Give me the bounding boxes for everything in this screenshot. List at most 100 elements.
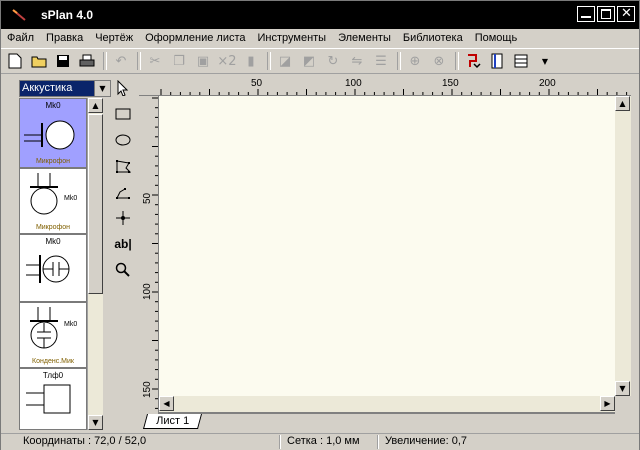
menu-tools[interactable]: Инструменты [252, 30, 333, 46]
connect-icon[interactable] [463, 51, 483, 71]
ruler-label: 100 [142, 283, 153, 300]
canvas-vertical-scrollbar[interactable]: ▲ ▼ [615, 96, 631, 396]
grid-icon[interactable] [511, 51, 531, 71]
menu-elements[interactable]: Элементы [332, 30, 397, 46]
title-bar[interactable]: sPlan 4.0 ✕ [1, 1, 639, 29]
ruler-label: 200 [539, 78, 556, 89]
status-coordinates: Координаты : 72,0 / 52,0 [23, 435, 147, 447]
page-icon[interactable] [487, 51, 507, 71]
library-item-condenser-mic-2[interactable]: Mk0 Конденс.Мик [19, 302, 87, 368]
component-label: Mk0 [64, 195, 78, 202]
print-icon[interactable] [77, 51, 97, 71]
menu-drawing[interactable]: Чертёж [89, 30, 139, 46]
rectangle-icon[interactable] [111, 102, 135, 126]
library-category-select[interactable]: Аккустика ▼ [19, 80, 111, 97]
library-item-telephone[interactable]: Тлф0 [19, 368, 87, 430]
ruler-label: 100 [345, 78, 362, 89]
condenser-mic-symbol-icon [26, 255, 70, 283]
status-bar: Координаты : 72,0 / 52,0 Сетка : 1,0 мм … [1, 433, 639, 450]
tab-sheet-1[interactable]: Лист 1 [142, 414, 203, 429]
scroll-down-icon[interactable]: ▼ [88, 415, 103, 430]
menu-help[interactable]: Помощь [469, 30, 524, 46]
splan-logo-icon [12, 9, 26, 21]
library-item-microphone[interactable]: Mk0 Микрофон [19, 98, 87, 168]
maximize-button[interactable] [597, 6, 615, 22]
menu-edit[interactable]: Правка [40, 30, 89, 46]
text-tool-label: ab| [114, 237, 132, 251]
scroll-down-icon[interactable]: ▼ [615, 381, 630, 396]
delete-icon[interactable]: ▮ [241, 51, 261, 71]
copy-icon[interactable]: ❐ [169, 51, 189, 71]
bring-front-icon[interactable]: ◪ [275, 51, 295, 71]
mirror-icon[interactable]: ⇋ [347, 51, 367, 71]
library-scroll-thumb[interactable] [88, 114, 103, 294]
menu-library[interactable]: Библиотека [397, 30, 469, 46]
new-file-icon[interactable] [5, 51, 25, 71]
drawing-sheet[interactable] [159, 96, 615, 396]
ruler-label: 50 [142, 192, 153, 204]
align-icon[interactable]: ☰ [371, 51, 391, 71]
component-caption: Конденс.Мик [32, 358, 74, 365]
cut-icon[interactable]: ✂ [145, 51, 165, 71]
send-back-icon[interactable]: ◩ [299, 51, 319, 71]
pointer-icon[interactable] [111, 76, 135, 100]
menu-bar: Файл Правка Чертёж Оформление листа Инст… [1, 29, 639, 47]
toolbar-separator [103, 52, 107, 70]
ruler-ticks [152, 97, 158, 409]
minimize-button[interactable] [577, 6, 595, 22]
duplicate-icon[interactable]: ×2 [217, 51, 237, 71]
scroll-left-icon[interactable]: ◀ [159, 396, 174, 411]
library-component-list: Mk0 Микрофон Mk0 Микрофон Mk0 Mk0 Конден… [19, 98, 87, 430]
save-icon[interactable] [53, 51, 73, 71]
ruler-label: 50 [251, 78, 263, 89]
ellipse-icon[interactable] [111, 128, 135, 152]
paste-icon[interactable]: ▣ [193, 51, 213, 71]
drawing-canvas-area: 50 100 150 200 50 100 150 ▲ ▼ ◀ ▶ [139, 76, 631, 414]
zoom-icon[interactable] [111, 258, 135, 282]
rotate-icon[interactable]: ↻ [323, 51, 343, 71]
scroll-up-icon[interactable]: ▲ [88, 98, 103, 113]
library-scrollbar[interactable]: ▲ ▼ [87, 98, 103, 430]
library-item-microphone-2[interactable]: Mk0 Микрофон [19, 168, 87, 234]
status-zoom: Увеличение: 0,7 [385, 435, 467, 447]
component-label: Mk0 [64, 321, 78, 328]
ruler-ticks [160, 89, 628, 95]
undo-icon[interactable]: ↶ [111, 51, 131, 71]
status-grid: Сетка : 1,0 мм [287, 435, 360, 447]
group-icon[interactable]: ⊗ [429, 51, 449, 71]
window-title: sPlan 4.0 [41, 8, 94, 22]
main-toolbar: ↶ ✂ ❐ ▣ ×2 ▮ ◪ ◩ ↻ ⇋ ☰ ⊕ ⊗ ▼ [1, 48, 639, 74]
lock-icon[interactable]: ⊕ [405, 51, 425, 71]
canvas-horizontal-scrollbar[interactable]: ◀ ▶ [159, 396, 615, 412]
component-caption: Микрофон [35, 158, 71, 165]
library-item-condenser-mic[interactable]: Mk0 [19, 234, 87, 302]
polygon-icon[interactable] [111, 154, 135, 178]
scrollbar-corner [615, 396, 631, 414]
menu-sheet-design[interactable]: Оформление листа [139, 30, 251, 46]
drawing-tools: ab| [111, 76, 135, 291]
polyline-icon[interactable] [111, 180, 135, 204]
chevron-down-icon[interactable]: ▼ [94, 81, 110, 96]
toolbar-separator [267, 52, 271, 70]
scroll-right-icon[interactable]: ▶ [600, 396, 615, 411]
minimize-icon [581, 16, 591, 18]
open-folder-icon[interactable] [29, 51, 49, 71]
scroll-up-icon[interactable]: ▲ [615, 96, 630, 111]
maximize-icon [601, 9, 611, 19]
component-caption: Микрофон [35, 224, 71, 231]
node-icon[interactable] [111, 206, 135, 230]
duplicate-label: ×2 [217, 53, 237, 69]
library-category-value: Аккустика [22, 82, 73, 94]
ruler-label: 150 [442, 78, 459, 89]
sheet-tab-label: Лист 1 [156, 415, 190, 427]
menu-file[interactable]: Файл [1, 30, 40, 46]
status-separator [377, 435, 379, 449]
text-icon[interactable]: ab| [111, 232, 135, 256]
horizontal-ruler: 50 100 150 200 [139, 76, 631, 96]
ruler-label: 150 [142, 381, 153, 398]
app-window: sPlan 4.0 ✕ Файл Правка Чертёж Оформлени… [0, 0, 640, 450]
dropdown-icon[interactable]: ▼ [535, 51, 555, 71]
close-button[interactable]: ✕ [617, 6, 635, 22]
vertical-ruler: 50 100 150 [139, 96, 159, 414]
sheet-tab-bar: Лист 1 [139, 414, 631, 431]
